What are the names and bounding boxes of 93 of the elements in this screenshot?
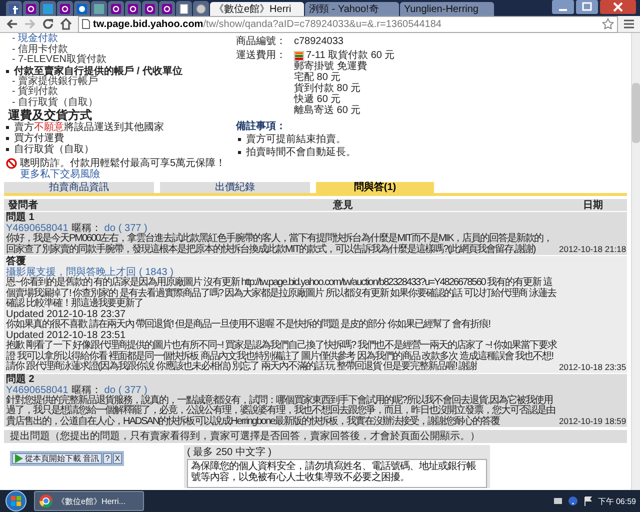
minimize-icon[interactable] bbox=[552, 0, 574, 14]
question-date: 2012-10-18 21:18 bbox=[559, 244, 625, 255]
back-icon[interactable] bbox=[6, 18, 18, 30]
rating-link[interactable]: ( 377 ) bbox=[118, 384, 148, 396]
rating-link[interactable]: ( 1843 ) bbox=[139, 267, 174, 278]
taskbar-button[interactable]: 《數位e館》Herri... bbox=[34, 491, 144, 511]
start-button-icon[interactable] bbox=[4, 490, 28, 512]
question-title: 問題 1 bbox=[6, 212, 36, 223]
ask-question-bar: 提出問題（您提出的問題，只有賣家看得到，賣家可選擇是否回答，賣家回答後，才會於頁面公開顯示。） bbox=[4, 430, 627, 443]
payment-option: - 自行取貨（自取） bbox=[4, 98, 236, 108]
browser-tab[interactable]: 《數位e館》Herri bbox=[210, 2, 304, 16]
menu-icon[interactable] bbox=[624, 19, 634, 29]
section-heading: 運費及交貨方式 bbox=[8, 109, 93, 122]
warning-text: 聰明防詐。付款用輕鬆付最高可享5萬元保障！ bbox=[20, 158, 226, 169]
shipping-option: 郵寄掛號 免運費 bbox=[294, 61, 367, 72]
bullet-icon bbox=[6, 70, 9, 72]
close-icon[interactable] bbox=[600, 0, 636, 14]
delivery-term: 賣方不願意將該品運送到其他國家 bbox=[14, 122, 164, 133]
bullet-icon bbox=[238, 151, 241, 154]
reload-icon[interactable] bbox=[42, 18, 54, 30]
shipping-option: 離島寄送 60 元 bbox=[294, 105, 361, 116]
note-text: 拍賣時間不會自動延長。 bbox=[246, 146, 356, 159]
column-header: 意見 bbox=[333, 198, 354, 212]
shipping-option: 快遞 60 元 bbox=[294, 94, 341, 105]
shipping-option: 宅配 80 元 bbox=[294, 72, 341, 83]
column-header: 日期 bbox=[583, 198, 604, 212]
bullet-icon bbox=[6, 126, 9, 129]
delivery-term: 買方付運費 bbox=[14, 133, 64, 144]
prohibited-icon bbox=[6, 158, 17, 169]
browser-tab[interactable]: 洌頸 - Yahoo!奇 bbox=[305, 2, 399, 16]
answer-text: 你如果真的很不喜歡 請在兩天內 帶回退貨! 但是商品一旦使用不退喔 不是快拆的問題 是皮的部分 你如果已經幫了 會有折痕! bbox=[6, 320, 492, 330]
bullet-icon bbox=[6, 137, 9, 140]
address-field[interactable]: tw.page.bid.yahoo.com/tw/show/qanda?aID=c78924033&u=&.r=1360544184 bbox=[78, 16, 618, 32]
star-icon[interactable] bbox=[602, 18, 614, 30]
close-button[interactable]: X bbox=[112, 453, 122, 464]
update-time: Updated 2012-10-18 23:37 bbox=[6, 310, 126, 320]
clock: 下午 06:59 bbox=[598, 496, 636, 506]
user-link[interactable]: Y4690658041 bbox=[6, 223, 68, 234]
answer-date: 2012-10-18 23:35 bbox=[559, 362, 625, 372]
question-text: 針對您提供的完整新品退貨服務，說真的，一點誠意都沒有，試問：哪個買家東西到手下會試用的呢?所以我不會回去退貨,因為它被我使用過了，我只是想請您給一個解釋罷了，必竟，公說公有理，婆說婆有理，我也不想回去跟您爭，而且，昨日也沒開立發票，您大可否認是由貴店售出的，公道自在人心，HADSAN的快拆板可以說成Herringbone最新版的快拆板，我實在沒辦法接受，謝謝您耐心的答覆 bbox=[6, 396, 556, 427]
bullet-icon bbox=[6, 148, 9, 151]
payment-option: - 現金付款 bbox=[4, 34, 236, 44]
payment-option: - 貨到付款 bbox=[4, 87, 236, 98]
nickname-link[interactable]: do bbox=[104, 223, 116, 234]
notes-heading: 備註事項： bbox=[236, 121, 287, 132]
question-date: 2012-10-19 18:59 bbox=[559, 416, 625, 427]
shipping-option: 貨到付款 80 元 bbox=[294, 83, 361, 94]
nickname-label: 暱稱： bbox=[71, 223, 102, 234]
user-link[interactable]: Y4690658041 bbox=[6, 384, 68, 396]
tab-favicon-icon[interactable] bbox=[9, 4, 19, 14]
scroll-thumb[interactable] bbox=[632, 83, 640, 143]
payment-method: 付款至賣家自行提供的帳戶 / 代收單位 bbox=[14, 66, 182, 76]
nickname-link[interactable]: do bbox=[104, 384, 116, 396]
answer-text: 恩~你看到的是舊款的 有的店家是因為用原廠圖片 沒有更新 http://tw.page.bid.yahoo.com/tw/auction/b82328433?u=Y4826678560 我有的有更新 這個賣場我漏掉了! 你查別家的 是有去看過實際商品了嗎? 因為大家都是拉原廠圖片 所以都沒有更新 如果你要確認的話 可以打給代理商 泳蓮去確認 比較準確！那這邊我要更新了 bbox=[6, 278, 558, 310]
question-title: 問題 2 bbox=[6, 374, 36, 384]
bullet-icon bbox=[238, 138, 241, 141]
page-tab[interactable]: 拍賣商品資訊 bbox=[4, 182, 154, 193]
answer-text: 抱歉 剛看了一下 好像跟代理商提供的圖片也有所不同~! 買家是認為我們自己換了快拆嗎? 我們也不是經營一兩天的店家了 ~! 你如果當下要求證 我可以拿所以得給你看 裡面都是同一個快拆板 商品內文我也特別備註了 圖片僅供參考 因為我們的商品 改款多次 造成這種誤會 我也不想! 請你 跟代理商泳蓮求證(因為我跟你說 你應該也未必相信) 別忘了 兩天內不滿的話 玩 整帶回退貨 但是要完整新品喔! 謝謝 bbox=[6, 341, 558, 372]
rating-link[interactable]: ( 377 ) bbox=[118, 223, 148, 234]
item-number: c78924033 bbox=[294, 36, 344, 47]
store-logo-icon bbox=[294, 50, 304, 60]
help-button[interactable]: ? bbox=[103, 453, 112, 464]
question-text: 你好，我是今天PM0600左右，拿雲台進去試此款黑紅色手腕帶的客人，當下有提問快拆台為什麼是MIT而不是MIK，店員的回答是新款的，回家查了別家賣的同款手腕帶，發現這根本是把原本的快拆台換成此款MIT的款式，可以告訴我為什麼是這樣嗎?(此網頁我會留存,謝謝) bbox=[6, 234, 554, 255]
shipping-option: 7-11 取貨付款 60 元 bbox=[306, 50, 395, 61]
answer-title: 答覆 bbox=[6, 256, 27, 267]
flag-icon[interactable] bbox=[582, 496, 593, 506]
url-text: tw.page.bid.yahoo.com/tw/show/qanda?aID=c78924033&u=&.r=1360544184 bbox=[93, 18, 442, 30]
note-text: 賣方可提前結束拍賣。 bbox=[246, 133, 346, 146]
tab-favicon-icon[interactable] bbox=[77, 4, 87, 14]
scrollbar[interactable] bbox=[631, 33, 640, 490]
question-input[interactable]: 為保障您的個人資料安全，請勿填寫姓名、電話號碼、地址或銀行帳號等內容，以免被有心人士收集導致不必要之困擾。 bbox=[187, 459, 488, 488]
browser-logo-icon bbox=[39, 494, 53, 508]
page-icon bbox=[82, 19, 90, 29]
help-icon[interactable] bbox=[568, 496, 578, 506]
payment-option: - 7-ELEVEN取貨付款 bbox=[4, 55, 236, 66]
risk-link[interactable]: 更多私下交易風險 bbox=[20, 169, 226, 180]
field-label: 商品編號： bbox=[236, 36, 287, 47]
column-header: 發問者 bbox=[8, 198, 39, 212]
character-limit: ( 最多 250 中文字 ) bbox=[187, 447, 272, 458]
seller-link[interactable]: 攝影展支援，問與答晚上才回 bbox=[6, 267, 136, 278]
field-label: 運送費用： bbox=[236, 50, 287, 63]
payment-option: - 信用卡付款 bbox=[4, 44, 236, 55]
delivery-term: 自行取貨（自取） bbox=[14, 144, 94, 155]
payment-option: - 賣家提供銀行帳戶 bbox=[4, 76, 236, 87]
update-time: Updated 2012-10-18 23:51 bbox=[6, 330, 126, 340]
home-icon[interactable] bbox=[60, 18, 72, 30]
page-tab[interactable]: 出價紀錄 bbox=[160, 182, 310, 193]
maximize-icon[interactable] bbox=[576, 0, 598, 14]
nickname-label: 暱稱： bbox=[71, 384, 102, 396]
browser-tab[interactable]: Yunglien-Herring bbox=[400, 2, 494, 16]
page-tab[interactable]: 問與答(1) bbox=[316, 182, 434, 193]
download-button[interactable]: 從本頁開始下載 音訊 bbox=[12, 453, 102, 464]
play-icon bbox=[15, 454, 23, 463]
